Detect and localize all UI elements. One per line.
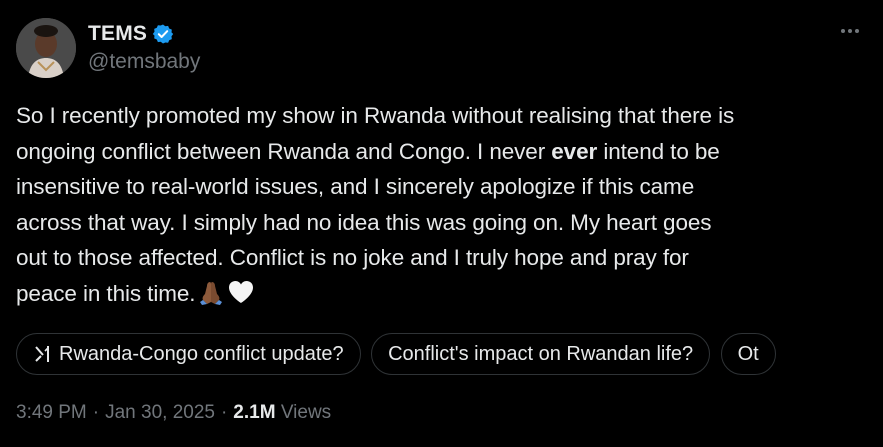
more-options-button[interactable] bbox=[837, 20, 863, 42]
tweet-time[interactable]: 3:49 PM bbox=[16, 402, 87, 423]
display-name[interactable]: TEMS bbox=[88, 22, 147, 46]
separator-dot: · bbox=[220, 402, 228, 423]
more-dot bbox=[848, 29, 852, 33]
separator-dot: · bbox=[92, 402, 100, 423]
folded-hands-emoji-icon bbox=[197, 278, 225, 317]
tweet-meta: 3:49 PM · Jan 30, 2025 · 2.1M Views bbox=[16, 402, 331, 424]
views-count: 2.1M bbox=[233, 402, 276, 423]
tweet-line: across that way. I simply had no idea th… bbox=[16, 209, 712, 235]
tweet-date[interactable]: Jan 30, 2025 bbox=[105, 402, 215, 423]
tweet-line: out to those affected. Conflict is no jo… bbox=[16, 245, 689, 270]
verified-badge-icon bbox=[152, 23, 174, 45]
grok-chip[interactable]: Ot bbox=[720, 333, 776, 375]
grok-chip-label: Rwanda-Congo conflict update? bbox=[59, 342, 344, 365]
avatar[interactable] bbox=[16, 18, 76, 78]
grok-chip[interactable]: Rwanda-Congo conflict update? bbox=[16, 333, 361, 375]
emphasis-ever: ever bbox=[551, 138, 598, 164]
handle[interactable]: @temsbaby bbox=[88, 50, 200, 74]
tweet-line: So I recently promoted my show in Rwanda… bbox=[16, 103, 735, 128]
grok-chip-label: Conflict's impact on Rwandan life? bbox=[388, 342, 694, 365]
tweet-text: So I recently promoted my show in Rwanda… bbox=[16, 98, 876, 316]
grok-chip[interactable]: Conflict's impact on Rwandan life? bbox=[371, 333, 711, 375]
more-dot bbox=[855, 29, 859, 33]
white-heart-emoji-icon bbox=[227, 278, 255, 317]
grok-icon bbox=[33, 344, 53, 364]
tweet-line: insensitive to real-world issues, and I … bbox=[16, 174, 695, 199]
tweet-line: peace in this time. bbox=[16, 276, 876, 317]
views-label: Views bbox=[280, 402, 332, 423]
grok-suggestions: Rwanda-Congo conflict update? Conflict's… bbox=[16, 333, 883, 377]
grok-chip-label: Ot bbox=[737, 342, 759, 365]
profile-photo-icon bbox=[16, 18, 76, 78]
tweet-line: ongoing conflict between Rwanda and Cong… bbox=[16, 138, 720, 164]
tweet-header: TEMS @temsbaby bbox=[16, 16, 200, 80]
more-dot bbox=[841, 29, 845, 33]
